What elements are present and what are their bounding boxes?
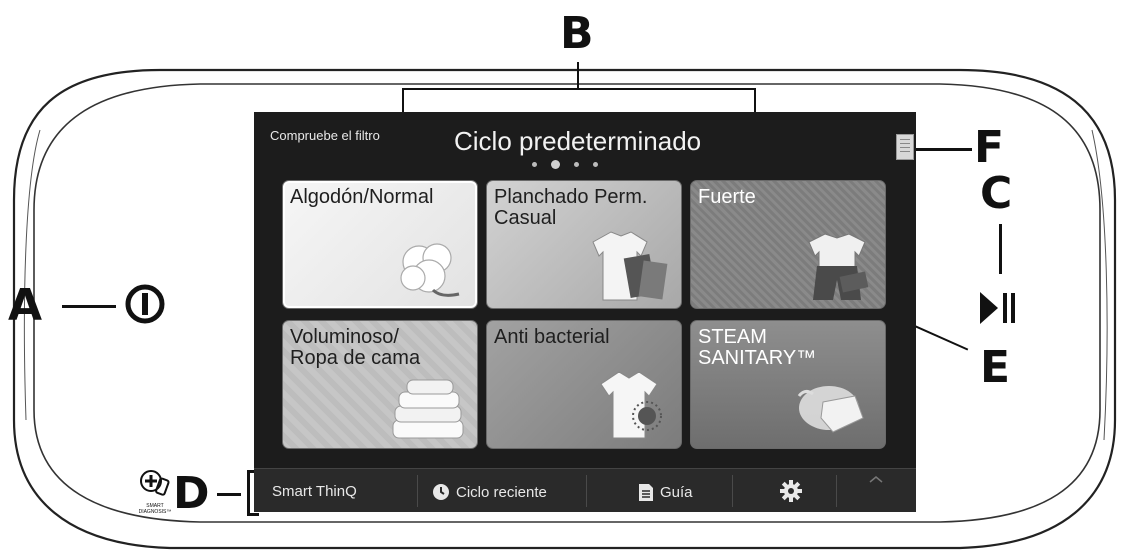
clock-icon (433, 484, 449, 500)
callout-b-line (577, 62, 579, 88)
settings-button[interactable] (780, 480, 802, 502)
filter-check-notice[interactable]: Compruebe el filtro (270, 128, 380, 143)
callout-d: D (173, 468, 210, 519)
recent-cycle-button[interactable]: Ciclo reciente (432, 483, 547, 501)
cycle-tile-anti-bacterial[interactable]: Anti bacterial (486, 320, 682, 449)
workwear-icon (808, 233, 869, 300)
page-dot[interactable] (593, 162, 598, 167)
touch-screen: Compruebe el filtro Ciclo predeterminado… (254, 112, 916, 512)
bottom-bar: Smart ThinQ Ciclo reciente Guía (254, 468, 916, 512)
smart-diagnosis-icon (140, 470, 170, 496)
callout-d-bracket (247, 470, 250, 516)
callout-b: B (560, 8, 594, 59)
cycle-tile-label: STEAM SANITARY™ (698, 326, 817, 369)
cycle-tile-steam-sanitary[interactable]: STEAM SANITARY™ (690, 320, 886, 449)
cycle-tile-heavy-duty[interactable]: Fuerte (690, 180, 886, 309)
cycle-tile-label: Voluminoso/ Ropa de cama (290, 326, 421, 369)
callout-e: E (980, 342, 1011, 393)
smart-diagnosis-caption: SMART DIAGNOSIS™ (138, 503, 172, 515)
callout-c-line (999, 224, 1002, 274)
play-pause-icon (980, 292, 1015, 324)
steam-cloth-icon (797, 386, 864, 433)
divider (417, 475, 418, 507)
cycle-tile-bulky-bedding[interactable]: Voluminoso/ Ropa de cama (282, 320, 478, 449)
menu-icon[interactable] (896, 134, 914, 160)
tshirt-germ-icon (600, 371, 662, 439)
callout-c: C (980, 168, 1013, 219)
cycle-tile-label: Algodón/Normal (290, 186, 434, 208)
page-dot[interactable] (532, 162, 537, 167)
power-icon (125, 284, 165, 324)
power-button[interactable] (125, 284, 165, 324)
chevron-up-icon (869, 476, 883, 483)
cotton-icon (400, 243, 460, 297)
divider (836, 475, 837, 507)
guide-label: Guía (660, 484, 693, 501)
page-title: Ciclo predeterminado (454, 126, 702, 156)
callout-d-bracket-bottom (247, 513, 259, 516)
bedding-icon (392, 379, 464, 439)
cycle-tile-label: Fuerte (698, 186, 756, 208)
callout-b-bracket (402, 88, 756, 90)
callout-a-line (62, 305, 116, 308)
cycle-tile-perm-press[interactable]: Planchado Perm. Casual (486, 180, 682, 309)
gear-icon (780, 480, 802, 502)
more-button[interactable] (869, 475, 883, 483)
document-icon (639, 484, 653, 501)
cycle-tile-cotton-normal[interactable]: Algodón/Normal (282, 180, 478, 309)
callout-a: A (8, 280, 43, 331)
callout-d-line (217, 493, 241, 496)
shirt-icon (592, 231, 668, 301)
guide-button[interactable]: Guía (638, 483, 693, 502)
page-indicator (532, 160, 598, 169)
smart-thinq-label: Smart ThinQ (272, 483, 357, 500)
cycle-tile-label: Planchado Perm. Casual (494, 186, 648, 229)
smart-diagnosis-logo: SMART DIAGNOSIS™ (138, 468, 172, 515)
divider (732, 475, 733, 507)
page-dot-active[interactable] (551, 160, 560, 169)
recent-cycle-label: Ciclo reciente (456, 483, 547, 501)
callout-f: F (974, 122, 1005, 173)
page-dot[interactable] (574, 162, 579, 167)
start-pause-button[interactable] (978, 288, 1018, 328)
smart-thinq-button[interactable]: Smart ThinQ (272, 483, 357, 500)
cycle-tile-label: Anti bacterial (494, 326, 610, 348)
callout-f-line (912, 148, 972, 151)
divider (586, 475, 587, 507)
